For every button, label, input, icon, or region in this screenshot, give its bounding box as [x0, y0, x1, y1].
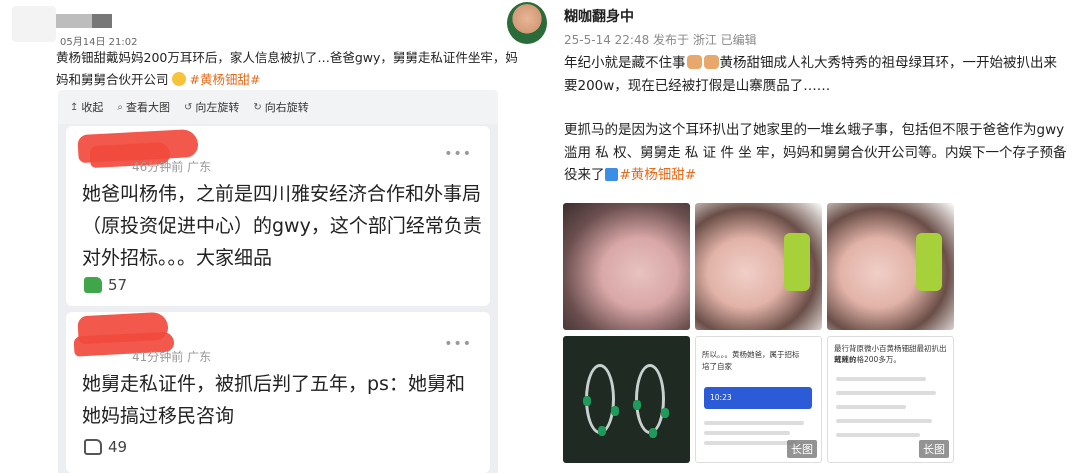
cat-emoji-icon: [686, 55, 702, 69]
left-post: 05月14日 21:02 黄杨钿甜戴妈妈200万耳环后，家人信息被扒了…爸爸gw…: [0, 0, 540, 473]
long-image-badge: 长图: [919, 440, 949, 458]
avatar[interactable]: [507, 2, 547, 44]
comment-card: 41分钟前 广东 ••• 她舅走私证件，被抓后判了五年，ps：她舅和她妈搞过移民…: [66, 311, 490, 473]
gem-shape: [661, 408, 669, 418]
rotate-right-label: 向右旋转: [264, 101, 309, 114]
rotate-right-button[interactable]: ↻ 向右旋转: [253, 99, 308, 115]
like-button[interactable]: 49: [84, 438, 127, 456]
screenshot-card: 10:23: [704, 387, 812, 409]
rotate-left-label: 向左旋转: [195, 101, 240, 114]
screenshot-text: 培了自家: [702, 362, 732, 371]
collapse-icon: ↥: [70, 101, 79, 113]
post-image[interactable]: [563, 203, 690, 330]
rotate-right-icon: ↻: [253, 101, 262, 113]
gem-shape: [598, 426, 606, 436]
post-date: 05月14日 21:02: [60, 37, 138, 48]
screenshot-text: 所以。。。黄杨她爸，属于招标: [702, 350, 800, 359]
image-link-icon: [604, 168, 618, 181]
view-large-label: 查看大图: [126, 101, 170, 114]
gem-shape: [583, 396, 591, 406]
gem-shape: [633, 400, 641, 410]
screenshot-composite: 05月14日 21:02 黄杨钿甜戴妈妈200万耳环后，家人信息被扒了…爸爸gw…: [0, 0, 1080, 473]
post-image[interactable]: 所以。。。黄杨她爸，属于招标 培了自家 10:23 长图: [695, 336, 822, 463]
post-body: 黄杨钿甜戴妈妈200万耳环后，家人信息被扒了…爸爸gwy，舅舅走私证件坐牢，妈妈…: [56, 50, 518, 87]
post-text: 黄杨钿甜戴妈妈200万耳环后，家人信息被扒了…爸爸gwy，舅舅走私证件坐牢，妈妈…: [56, 47, 526, 91]
view-large-button[interactable]: ⌕ 查看大图: [117, 99, 170, 115]
comment-text: 她舅走私证件，被抓后判了五年，ps：她舅和她妈搞过移民咨询: [82, 373, 465, 427]
like-button[interactable]: 57: [84, 276, 127, 294]
like-count: 49: [108, 438, 128, 456]
collapse-button[interactable]: ↥ 收起: [70, 99, 103, 115]
text-line: [704, 421, 804, 425]
paragraph: 年纪小就是藏不住事 黄杨甜钿成人礼大秀特秀的祖母绿耳环，一开始被扒出来要200w，…: [564, 52, 1070, 97]
thumbs-up-icon: [84, 439, 102, 455]
smile-emoji-icon: [171, 72, 186, 86]
comment-text: 她爸叫杨伟，之前是四川雅安经济合作和外事局（原投资促进中心）的gwy，这个部门经…: [82, 183, 482, 269]
rotate-left-icon: ↺: [184, 101, 193, 113]
long-image-badge: 长图: [787, 440, 817, 458]
earring-shape: [635, 364, 665, 434]
phone-shape: [784, 233, 810, 291]
post-text-part: 年纪小就是藏不住事: [564, 55, 686, 71]
thumbs-up-icon: [84, 277, 102, 293]
username-redacted-part: [92, 14, 112, 28]
avatar[interactable]: [12, 6, 56, 42]
post-image[interactable]: [827, 203, 954, 330]
comment-time: 41分钟前 广东: [132, 350, 212, 364]
text-line: [836, 419, 932, 423]
rotate-left-button[interactable]: ↺ 向左旋转: [184, 99, 239, 115]
like-count: 57: [108, 276, 128, 294]
text-line: [836, 433, 920, 437]
gem-shape: [611, 406, 619, 416]
screenshot-time: 10:23: [710, 393, 732, 402]
text-line: [836, 405, 906, 409]
comment-card: 46分钟前 广东 ••• 她爸叫杨伟，之前是四川雅安经济合作和外事局（原投资促进…: [66, 126, 490, 306]
comment-time: 46分钟前 广东: [132, 160, 212, 174]
collapse-label: 收起: [81, 101, 104, 114]
text-line: [836, 377, 926, 381]
screenshot-text: 耳环价格200多万。: [834, 355, 901, 364]
more-options-icon[interactable]: •••: [444, 336, 472, 352]
text-line: [704, 441, 796, 445]
paragraph: 更抓马的是因为这个耳环扒出了她家里的一堆幺蛾子事，包括但不限于爸爸作为gwy滥用…: [564, 119, 1070, 187]
author-name[interactable]: 糊咖翻身中: [564, 6, 634, 26]
post-image[interactable]: [695, 203, 822, 330]
phone-shape: [916, 233, 942, 291]
post-text: 年纪小就是藏不住事 黄杨甜钿成人礼大秀特秀的祖母绿耳环，一开始被扒出来要200w，…: [564, 52, 1070, 209]
hashtag-link[interactable]: #黄杨钿甜#: [190, 72, 261, 87]
more-options-icon[interactable]: •••: [444, 146, 472, 162]
post-meta: 25-5-14 22:48 发布于 浙江 已编辑: [564, 33, 757, 47]
post-image[interactable]: 最行背原微小百黄杨钿甜最初扒出戴戴的 耳环价格200多万。 长图: [827, 336, 954, 463]
image-toolbar: ↥ 收起 ⌕ 查看大图 ↺ 向左旋转 ↻ 向右旋转: [58, 90, 498, 124]
text-line: [836, 391, 936, 395]
zoom-icon: ⌕: [117, 101, 123, 113]
text-line: [704, 431, 790, 435]
post-image[interactable]: [563, 336, 690, 463]
gem-shape: [649, 428, 657, 438]
cat-emoji-icon: [703, 55, 719, 69]
hashtag-link[interactable]: #黄杨钿甜#: [620, 167, 697, 183]
